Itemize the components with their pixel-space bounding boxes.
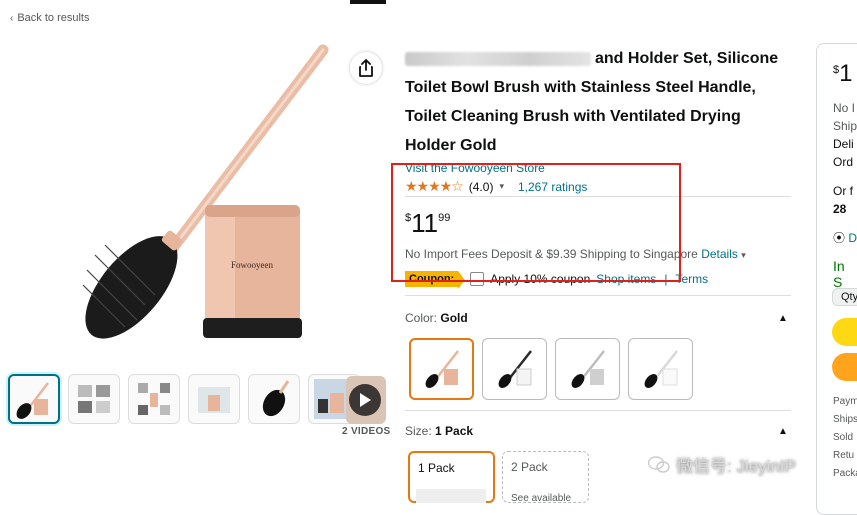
swatch-image <box>498 350 532 388</box>
thumbnail[interactable] <box>188 374 240 424</box>
buy-now-button[interactable] <box>832 353 857 381</box>
chevron-left-icon: ‹ <box>10 12 14 24</box>
thumbnail-image <box>262 380 290 417</box>
swatch-white[interactable] <box>628 338 693 400</box>
buybox-price: $1 <box>833 60 853 87</box>
thumbnail-strip <box>8 374 360 424</box>
color-label: Color: Gold <box>405 311 468 325</box>
color-swatches <box>409 338 693 400</box>
main-product-image[interactable]: Fowooyeen <box>55 40 355 350</box>
shipping-details-link[interactable]: Details ▾ <box>701 247 746 261</box>
swatch-silver[interactable] <box>555 338 620 400</box>
deliver-to-link[interactable]: ⦿ D <box>833 229 857 246</box>
videos-count-label: 2 VIDEOS <box>342 426 391 437</box>
stock-status: In S <box>833 258 845 290</box>
buybox-line: 28 <box>833 202 847 216</box>
buybox-footer-line: Packa <box>833 468 857 479</box>
size-value: 1 Pack <box>435 424 474 438</box>
swatch-image <box>425 350 459 388</box>
thumbnail-image <box>78 385 110 413</box>
highlight-annotation-box <box>391 163 681 282</box>
buybox-footer-line: Retu <box>833 450 855 461</box>
buybox-line: Or f <box>833 184 853 198</box>
blurred-title-start <box>405 51 591 66</box>
chevron-down-icon: ▾ <box>741 250 746 260</box>
back-to-results-link[interactable]: ‹ Back to results <box>10 12 89 24</box>
quantity-select[interactable]: Qty <box>832 288 857 306</box>
buybox-footer-line: Paym <box>833 396 857 407</box>
thumbnail[interactable] <box>128 374 180 424</box>
swatch-image <box>571 350 605 388</box>
thumbnail-image <box>138 383 170 415</box>
share-button[interactable] <box>350 52 382 84</box>
back-label: Back to results <box>17 12 90 24</box>
product-title: and Holder Set, Silicone Toilet Bowl Bru… <box>405 44 795 160</box>
buybox-line: Ship <box>833 119 857 133</box>
add-to-cart-button[interactable] <box>832 318 857 346</box>
divider <box>405 295 791 296</box>
swatch-black[interactable] <box>482 338 547 400</box>
location-pin-icon: ⦿ <box>833 231 846 245</box>
size-option-2-pack[interactable]: 2 Pack See available <box>502 451 589 504</box>
swatch-gold[interactable] <box>409 338 474 400</box>
collapse-size-icon[interactable]: ▲ <box>778 426 788 437</box>
size-option-placeholder <box>416 489 486 503</box>
play-icon[interactable] <box>349 384 381 416</box>
thumbnail[interactable] <box>8 374 60 424</box>
buybox-line: No I <box>833 101 856 115</box>
buybox-line: Ord <box>833 155 854 169</box>
color-value: Gold <box>440 311 468 325</box>
swatch-image <box>644 350 678 388</box>
watermark-text: 微信号: JieyinIP <box>676 457 796 476</box>
size-option-subtext: See available <box>511 493 572 504</box>
size-label: Size: 1 Pack <box>405 424 474 438</box>
top-bar-stub <box>350 0 386 4</box>
thumbnail[interactable] <box>68 374 120 424</box>
wechat-icon <box>648 455 670 473</box>
buybox-footer-line: Sold <box>833 432 854 443</box>
buybox-line: Deli <box>833 137 854 151</box>
thumbnail[interactable] <box>248 374 300 424</box>
buybox-footer-line: Ships <box>833 414 857 425</box>
watermark: 微信号: JieyinIP <box>648 452 796 477</box>
divider <box>405 410 791 411</box>
share-icon <box>359 59 373 77</box>
thumbnail-image <box>16 382 49 419</box>
thumbnail-image <box>198 387 230 413</box>
collapse-color-icon[interactable]: ▲ <box>778 313 788 324</box>
holder-logo-text: Fowooyeen <box>231 260 273 270</box>
